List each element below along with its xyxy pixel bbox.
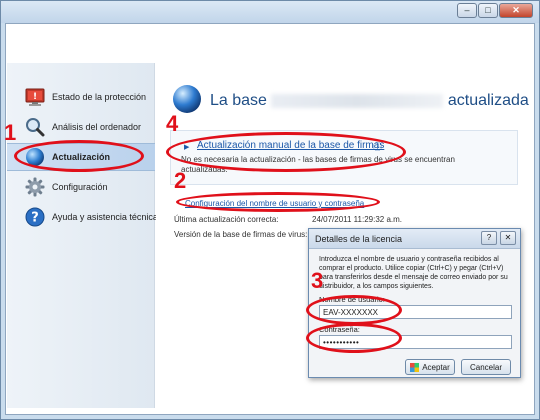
gear-icon [25, 177, 45, 197]
dialog-close-button[interactable]: ✕ [500, 231, 516, 245]
sidebar-item-label: Actualización [52, 152, 111, 162]
globe-icon [26, 148, 44, 166]
credentials-config-link[interactable]: Configuración del nombre de usuario y co… [185, 199, 364, 208]
sidebar-item-label: Ayuda y asistencia técnica [52, 212, 158, 222]
accept-label: Aceptar [422, 362, 450, 372]
dialog-title: Detalles de la licencia [315, 234, 403, 244]
dialog-title-bar: Detalles de la licencia ? ✕ [309, 229, 520, 249]
last-update-value: 24/07/2011 11:29:32 a.m. [312, 215, 402, 224]
db-version-label: Versión de la base de firmas de virus: [174, 230, 308, 239]
sidebar-item-label: Análisis del ordenador [52, 122, 142, 132]
last-update-label: Última actualización correcta: [174, 215, 279, 224]
info-icon[interactable]: ⓘ [373, 140, 382, 153]
sidebar-item-computer-scan[interactable]: Análisis del ordenador [7, 113, 155, 141]
svg-text:!: ! [33, 92, 37, 102]
title-suffix: actualizada [447, 92, 529, 109]
annotation-number-2: 2 [174, 168, 187, 193]
close-button[interactable]: ✕ [499, 3, 533, 18]
sidebar-item-label: Configuración [52, 182, 108, 192]
title-prefix: La base [210, 92, 267, 109]
annotation-number-3: 3 [311, 268, 324, 293]
username-field[interactable]: EAV-XXXXXXX [319, 305, 512, 319]
warning-monitor-icon: ! [25, 88, 45, 106]
manual-update-link[interactable]: Actualización manual de la base de firma… [197, 140, 384, 151]
sidebar: ! Estado de la protección Análisis del o… [7, 63, 158, 408]
no-update-message: No es necesaria la actualización - las b… [181, 155, 455, 174]
play-arrow-icon: ▶ [184, 144, 190, 151]
annotation-number-1: 1 [4, 120, 17, 145]
password-field[interactable]: ••••••••••• [319, 335, 512, 349]
dialog-help-button[interactable]: ? [481, 231, 497, 245]
cancel-button[interactable]: Cancelar [461, 359, 511, 375]
password-label: Contraseña: [319, 325, 360, 334]
page-title: La base actualizada [210, 92, 529, 110]
help-icon: ? [25, 207, 45, 227]
shield-icon [410, 362, 420, 372]
sidebar-item-settings[interactable]: Configuración [7, 173, 155, 201]
title-bar: – □ ✕ [1, 1, 539, 23]
maximize-button[interactable]: □ [478, 3, 498, 18]
sidebar-item-help[interactable]: ? Ayuda y asistencia técnica [7, 203, 158, 231]
redacted-product-name [271, 93, 444, 108]
license-dialog: Detalles de la licencia ? ✕ Introduzca e… [308, 228, 521, 378]
username-label: Nombre de usuario: [319, 295, 385, 304]
svg-text:?: ? [31, 211, 39, 226]
dialog-description: Introduzca el nombre de usuario y contra… [319, 256, 508, 290]
minimize-button[interactable]: – [457, 3, 477, 18]
globe-icon [173, 85, 201, 113]
sidebar-item-protection-status[interactable]: ! Estado de la protección [7, 83, 155, 111]
magnifier-icon [26, 118, 45, 137]
annotation-number-4: 4 [166, 111, 179, 136]
window-controls: – □ ✕ [456, 3, 533, 18]
sidebar-item-update[interactable]: Actualización [7, 143, 155, 171]
accept-button[interactable]: Aceptar [405, 359, 455, 375]
sidebar-item-label: Estado de la protección [52, 92, 147, 102]
